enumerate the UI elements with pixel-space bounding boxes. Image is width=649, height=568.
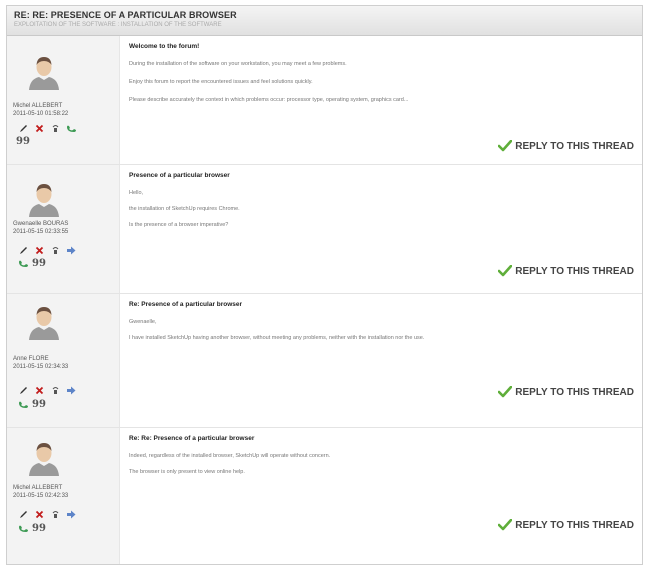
post-date: 2011-05-15 02:42:33 [13,493,69,499]
post-actions-secondary: 99 [15,523,47,534]
edit-icon[interactable] [15,385,31,396]
post-author-panel: Michel ALLEBERT 2011-05-15 02:42:33 99 [7,428,120,564]
delete-icon[interactable] [31,245,47,256]
post-actions [15,509,79,520]
reply-label: REPLY TO THIS THREAD [515,140,634,152]
edit-icon[interactable] [15,509,31,520]
avatar[interactable] [27,304,61,340]
post-actions-secondary: 99 [15,136,31,147]
thread-panel: RE: RE: PRESENCE OF A PARTICULAR BROWSER… [6,5,643,565]
thread-title: RE: RE: PRESENCE OF A PARTICULAR BROWSER [14,10,237,20]
author-name[interactable]: Anne FLORE [13,355,68,363]
post-content: Welcome to the forum! During the install… [120,36,642,164]
post-subject: Presence of a particular browser [129,172,230,179]
post-subject: Re: Presence of a particular browser [129,301,243,308]
post-author-info: Michel ALLEBERT 2011-05-10 01:58:22 [13,102,68,118]
author-name[interactable]: Michel ALLEBERT [13,484,68,492]
alert-icon[interactable] [47,385,63,396]
reply-button[interactable]: REPLY TO THIS THREAD [498,140,634,152]
post: Michel ALLEBERT 2011-05-10 01:58:22 99 W… [7,36,642,165]
delete-icon[interactable] [31,385,47,396]
phone-icon[interactable] [15,399,31,410]
post-author-info: Anne FLORE 2011-05-15 02:34:33 [13,355,68,371]
post-text-line: the installation of SketchUp requires Ch… [129,206,240,212]
post-text-line: During the installation of the software … [129,61,347,67]
quote-icon[interactable]: 99 [31,523,47,534]
reply-button[interactable]: REPLY TO THIS THREAD [498,386,634,398]
post-author-info: Gwenaelle BOURAS 2011-05-15 02:33:55 [13,220,68,236]
post-author-panel: Gwenaelle BOURAS 2011-05-15 02:33:55 99 [7,165,120,293]
post-actions [15,385,79,396]
post-author-panel: Anne FLORE 2011-05-15 02:34:33 99 [7,294,120,427]
post-actions [15,123,79,134]
avatar[interactable] [27,440,61,476]
reply-button[interactable]: REPLY TO THIS THREAD [498,265,634,277]
quote-icon[interactable]: 99 [31,399,47,410]
breadcrumb[interactable]: EXPLOITATION OF THE SOFTWARE : INSTALLAT… [14,21,635,29]
delete-icon[interactable] [31,123,47,134]
post-content: Re: Re: Presence of a particular browser… [120,428,642,564]
phone-icon[interactable] [15,523,31,534]
post-text-line: Please describe accurately the context i… [129,97,409,103]
phone-icon[interactable] [15,258,31,269]
phone-icon[interactable] [63,123,79,134]
delete-icon[interactable] [31,509,47,520]
avatar[interactable] [27,181,61,217]
post-actions [15,245,79,256]
post-text-line: Indeed, regardless of the installed brow… [129,453,331,459]
edit-icon[interactable] [15,123,31,134]
post-subject: Welcome to the forum! [129,43,200,50]
post-actions-secondary: 99 [15,258,47,269]
post-text-line: I have installed SketchUp having another… [129,335,425,341]
quote-icon[interactable]: 99 [31,258,47,269]
post-actions-secondary: 99 [15,399,47,410]
post-text-line: Gwenaelle, [129,319,157,325]
post-content: Re: Presence of a particular browser Gwe… [120,294,642,427]
author-name[interactable]: Michel ALLEBERT [13,102,68,110]
arrow-icon[interactable] [63,245,79,256]
arrow-icon[interactable] [63,385,79,396]
avatar[interactable] [27,54,61,90]
post-author-panel: Michel ALLEBERT 2011-05-10 01:58:22 99 [7,36,120,164]
alert-icon[interactable] [47,123,63,134]
check-icon [498,519,513,531]
edit-icon[interactable] [15,245,31,256]
post: Michel ALLEBERT 2011-05-15 02:42:33 99 R… [7,428,642,564]
check-icon [498,386,513,398]
post: Anne FLORE 2011-05-15 02:34:33 99 Re: Pr… [7,294,642,428]
check-icon [498,140,513,152]
post-subject: Re: Re: Presence of a particular browser [129,435,255,442]
reply-label: REPLY TO THIS THREAD [515,386,634,398]
arrow-icon[interactable] [63,509,79,520]
quote-icon[interactable]: 99 [15,136,31,147]
post-text-line: Is the presence of a browser imperative? [129,222,229,228]
post: Gwenaelle BOURAS 2011-05-15 02:33:55 99 … [7,165,642,294]
post-text-line: Enjoy this forum to report the encounter… [129,79,313,85]
reply-label: REPLY TO THIS THREAD [515,265,634,277]
reply-label: REPLY TO THIS THREAD [515,519,634,531]
post-content: Presence of a particular browser Hello, … [120,165,642,293]
thread-header: RE: RE: PRESENCE OF A PARTICULAR BROWSER… [7,6,642,36]
post-date: 2011-05-15 02:34:33 [13,364,69,370]
post-text-line: The browser is only present to view onli… [129,469,245,475]
post-text-line: Hello, [129,190,144,196]
post-author-info: Michel ALLEBERT 2011-05-15 02:42:33 [13,484,68,500]
reply-button[interactable]: REPLY TO THIS THREAD [498,519,634,531]
check-icon [498,265,513,277]
alert-icon[interactable] [47,245,63,256]
post-date: 2011-05-10 01:58:22 [13,111,69,117]
author-name[interactable]: Gwenaelle BOURAS [13,220,68,228]
alert-icon[interactable] [47,509,63,520]
post-date: 2011-05-15 02:33:55 [13,229,69,235]
